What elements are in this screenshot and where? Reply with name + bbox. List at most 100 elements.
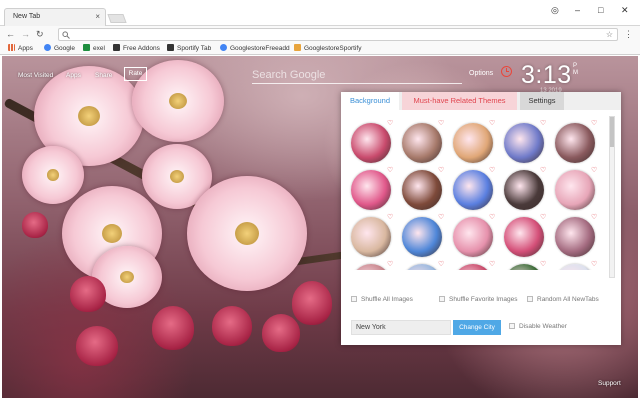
- favorite-heart-icon[interactable]: ♡: [438, 214, 446, 222]
- change-city-button[interactable]: Change City: [453, 320, 501, 335]
- favorite-heart-icon[interactable]: ♡: [489, 167, 497, 175]
- shuffle-options: Shuffle All Images Shuffle Favorite Imag…: [349, 296, 611, 308]
- bud: [262, 314, 300, 352]
- favorite-heart-icon[interactable]: ♡: [591, 261, 599, 269]
- background-thumbnail[interactable]: [402, 170, 442, 210]
- bookmark-sportify-tab[interactable]: Sportify Tab: [167, 44, 211, 52]
- background-thumbnail[interactable]: [555, 170, 595, 210]
- favorite-heart-icon[interactable]: ♡: [489, 261, 497, 269]
- apps-grid-icon: [8, 44, 15, 51]
- favorite-heart-icon[interactable]: ♡: [591, 214, 599, 222]
- shuffle-all-checkbox[interactable]: Shuffle All Images: [351, 296, 413, 303]
- google-search-box[interactable]: [252, 66, 462, 84]
- options-link[interactable]: Options: [469, 70, 493, 77]
- address-bar[interactable]: ☆: [58, 28, 618, 41]
- background-thumbnail[interactable]: [402, 123, 442, 163]
- background-thumbnail[interactable]: [504, 170, 544, 210]
- tab-close-icon[interactable]: ×: [95, 12, 100, 21]
- favorite-heart-icon[interactable]: ♡: [438, 120, 446, 128]
- share-link[interactable]: Share: [95, 72, 112, 79]
- favorite-heart-icon[interactable]: ♡: [387, 214, 395, 222]
- background-thumbnail[interactable]: [555, 123, 595, 163]
- background-thumbnail[interactable]: [555, 217, 595, 257]
- bud: [22, 212, 48, 238]
- background-thumbnail[interactable]: [402, 264, 442, 270]
- bud: [76, 326, 118, 366]
- favorite-heart-icon[interactable]: ♡: [387, 120, 395, 128]
- background-thumbnail[interactable]: [453, 264, 493, 270]
- clock-time: 3:13: [521, 61, 572, 89]
- city-input[interactable]: [351, 320, 451, 335]
- background-thumbnail[interactable]: [402, 217, 442, 257]
- back-arrow-icon[interactable]: ←: [6, 29, 15, 39]
- checkbox-box: [527, 296, 533, 302]
- background-thumbnail[interactable]: [351, 264, 391, 270]
- background-thumbnail[interactable]: [555, 264, 595, 270]
- scroll-thumb[interactable]: [610, 117, 614, 147]
- tab-new-tab[interactable]: New Tab ×: [4, 8, 106, 26]
- tab-must-have-themes[interactable]: Must-have Related Themes: [402, 92, 517, 110]
- favorite-heart-icon[interactable]: ♡: [540, 120, 548, 128]
- favorite-heart-icon[interactable]: ♡: [438, 261, 446, 269]
- background-thumbnail[interactable]: [351, 217, 391, 257]
- forward-arrow-icon[interactable]: →: [21, 29, 30, 39]
- profile-icon[interactable]: ◎: [551, 5, 559, 16]
- apps-link[interactable]: Apps: [66, 72, 81, 79]
- favorite-heart-icon[interactable]: ♡: [387, 261, 395, 269]
- background-thumbnail[interactable]: [453, 123, 493, 163]
- bud: [152, 306, 194, 350]
- background-thumbnail[interactable]: [453, 170, 493, 210]
- background-thumbnail[interactable]: [351, 123, 391, 163]
- favorite-heart-icon[interactable]: ♡: [540, 167, 548, 175]
- bookmark-google[interactable]: Google: [44, 44, 75, 52]
- background-thumbnail[interactable]: [504, 123, 544, 163]
- tab-settings[interactable]: Settings: [520, 92, 564, 110]
- favorite-heart-icon[interactable]: ♡: [489, 120, 497, 128]
- bookmarks-bar: Apps Google exel Free Addons Sportify Ta…: [0, 43, 640, 55]
- most-visited-link[interactable]: Most Visited: [18, 72, 53, 79]
- blossom: [187, 176, 307, 291]
- checkbox-box: [351, 296, 357, 302]
- random-newtabs-checkbox[interactable]: Random All NewTabs: [527, 296, 599, 303]
- clock-icon[interactable]: [501, 66, 512, 77]
- search-input[interactable]: [252, 66, 462, 83]
- minimize-icon[interactable]: –: [575, 5, 580, 15]
- grid-scrollbar[interactable]: [609, 116, 615, 278]
- favorite-heart-icon[interactable]: ♡: [387, 167, 395, 175]
- disable-weather-checkbox[interactable]: Disable Weather: [509, 323, 567, 330]
- reload-icon[interactable]: ↻: [36, 29, 44, 40]
- clock-ampm: PM: [573, 63, 578, 76]
- close-window-icon[interactable]: ✕: [621, 5, 629, 16]
- maximize-icon[interactable]: □: [598, 5, 603, 15]
- google-icon: [220, 44, 227, 51]
- background-thumbnail[interactable]: [504, 217, 544, 257]
- background-thumbnail-grid: ♡ ♡ ♡ ♡ ♡ ♡ ♡ ♡ ♡ ♡ ♡ ♡ ♡ ♡ ♡ ♡ ♡ ♡ ♡ ♡: [349, 120, 611, 270]
- sheets-icon: [83, 44, 90, 51]
- addons-icon: [113, 44, 120, 51]
- bookmark-apps[interactable]: Apps: [8, 44, 33, 52]
- favorite-heart-icon[interactable]: ♡: [489, 214, 497, 222]
- background-thumbnail[interactable]: [504, 264, 544, 270]
- bookmark-exel[interactable]: exel: [83, 44, 105, 52]
- bud: [70, 276, 106, 312]
- bookmark-star-icon[interactable]: ☆: [606, 30, 613, 39]
- background-thumbnail[interactable]: [453, 217, 493, 257]
- bookmark-googlestore-sportify[interactable]: GooglestoreSportify: [294, 44, 361, 52]
- google-icon: [44, 44, 51, 51]
- rate-button[interactable]: Rate: [124, 67, 147, 81]
- bookmark-googlestore-freeadd[interactable]: GooglestoreFreeadd: [220, 44, 290, 52]
- favorite-heart-icon[interactable]: ♡: [591, 120, 599, 128]
- shuffle-favorite-checkbox[interactable]: Shuffle Favorite Images: [439, 296, 518, 303]
- favorite-heart-icon[interactable]: ♡: [540, 261, 548, 269]
- tab-background[interactable]: Background: [341, 92, 399, 110]
- chrome-menu-icon[interactable]: ⋮: [624, 29, 633, 40]
- bookmark-free-addons[interactable]: Free Addons: [113, 44, 160, 52]
- background-thumbnail[interactable]: [351, 170, 391, 210]
- favorite-heart-icon[interactable]: ♡: [591, 167, 599, 175]
- panel-tabs: Background Must-have Related Themes Sett…: [341, 92, 621, 110]
- support-link[interactable]: Support: [598, 380, 621, 387]
- favorite-heart-icon[interactable]: ♡: [438, 167, 446, 175]
- new-tab-button[interactable]: [107, 14, 127, 23]
- checkbox-box: [509, 323, 515, 329]
- favorite-heart-icon[interactable]: ♡: [540, 214, 548, 222]
